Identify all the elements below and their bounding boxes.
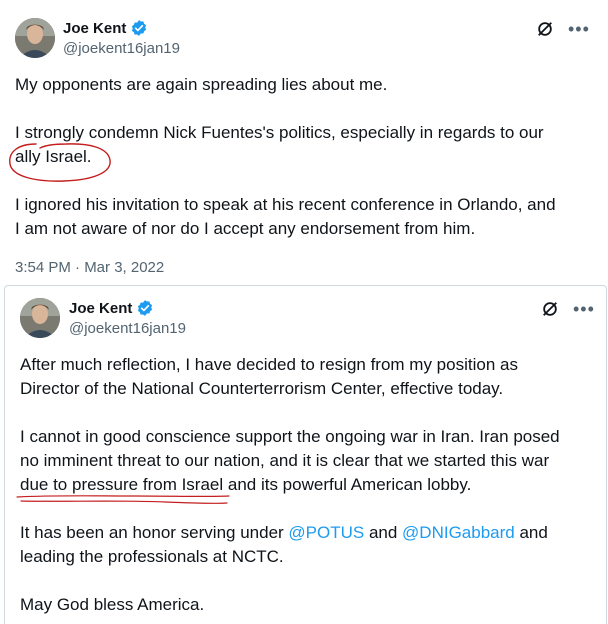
tweet-paragraph: My opponents are again spreading lies ab… bbox=[15, 75, 388, 94]
tweet-card-1: Joe Kent @joekent16jan19 ••• My opponent… bbox=[0, 0, 608, 284]
author-handle[interactable]: @joekent16jan19 bbox=[63, 40, 180, 57]
tweet-paragraph: I strongly condemn Nick Fuentes's politi… bbox=[15, 123, 544, 142]
more-icon[interactable]: ••• bbox=[568, 20, 590, 38]
author-name[interactable]: Joe Kent bbox=[63, 20, 126, 37]
tweet-paragraph: leading the professionals at NCTC. bbox=[20, 547, 284, 566]
author-handle[interactable]: @joekent16jan19 bbox=[69, 320, 186, 337]
mention-link-dnigabbard[interactable]: @DNIGabbard bbox=[402, 523, 515, 542]
tweet-paragraph: due to pressure from Israel and its powe… bbox=[20, 475, 472, 494]
tweet-paragraph: I am not aware of nor do I accept any en… bbox=[15, 219, 476, 238]
avatar-image bbox=[20, 298, 60, 338]
tweet-text-segment: It has been an honor serving under bbox=[20, 523, 289, 542]
tweet-paragraph: no imminent threat to our nation, and it… bbox=[20, 451, 550, 470]
tweet-text: My opponents are again spreading lies ab… bbox=[15, 73, 556, 241]
tweet-card-2: Joe Kent @joekent16jan19 ••• After much … bbox=[4, 285, 607, 624]
more-icon[interactable]: ••• bbox=[573, 300, 595, 318]
tweet-paragraph: After much reflection, I have decided to… bbox=[20, 355, 518, 374]
grok-slash-icon[interactable] bbox=[541, 300, 559, 318]
avatar[interactable] bbox=[15, 18, 55, 58]
tweet-paragraph: Director of the National Counterterroris… bbox=[20, 379, 504, 398]
avatar[interactable] bbox=[20, 298, 60, 338]
mention-link-potus[interactable]: @POTUS bbox=[288, 523, 364, 542]
tweet-paragraph: ally Israel. bbox=[15, 147, 92, 166]
verified-badge-icon bbox=[132, 20, 147, 36]
grok-slash-icon[interactable] bbox=[536, 20, 554, 38]
author-name[interactable]: Joe Kent bbox=[69, 300, 132, 317]
tweet-paragraph: I ignored his invitation to speak at his… bbox=[15, 195, 556, 214]
tweet-text-segment: and bbox=[364, 523, 403, 542]
tweet-paragraph: I cannot in good conscience support the … bbox=[20, 427, 560, 446]
timestamp[interactable]: 3:54 PM · Mar 3, 2022 bbox=[15, 259, 164, 276]
verified-badge-icon bbox=[138, 300, 153, 316]
avatar-image bbox=[15, 18, 55, 58]
tweet-text: After much reflection, I have decided to… bbox=[20, 353, 560, 617]
tweet-paragraph: It has been an honor serving under @POTU… bbox=[20, 521, 560, 545]
tweet-text-segment: and bbox=[514, 523, 548, 542]
tweet-paragraph: May God bless America. bbox=[20, 595, 205, 614]
